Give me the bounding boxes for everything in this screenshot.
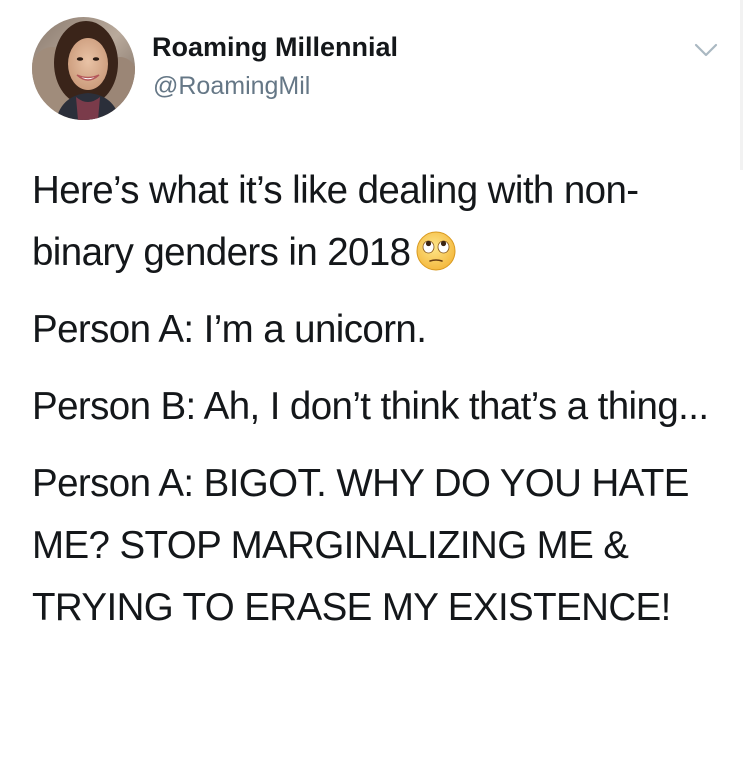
scrollbar-track [740,0,743,170]
tweet-paragraph: Here’s what it’s like dealing with non-b… [32,169,639,274]
display-name[interactable]: Roaming Millennial [152,30,398,64]
tweet-text: Here’s what it’s like dealing with non-b… [32,160,722,639]
username-handle[interactable]: @RoamingMil [153,70,310,102]
tweet-paragraph: Person A: I’m a unicorn. [32,308,427,351]
avatar[interactable] [32,17,135,120]
chevron-down-icon[interactable] [690,34,722,66]
tweet-paragraph: Person A: BIGOT. WHY DO YOU HATE ME? STO… [32,462,689,629]
tweet-paragraph: Person B: Ah, I don’t think that’s a thi… [32,385,709,428]
face-with-rolling-eyes-icon [415,229,457,271]
tweet-card: Roaming Millennial @RoamingMil Here’s wh… [0,0,749,769]
profile-photo [32,17,135,120]
